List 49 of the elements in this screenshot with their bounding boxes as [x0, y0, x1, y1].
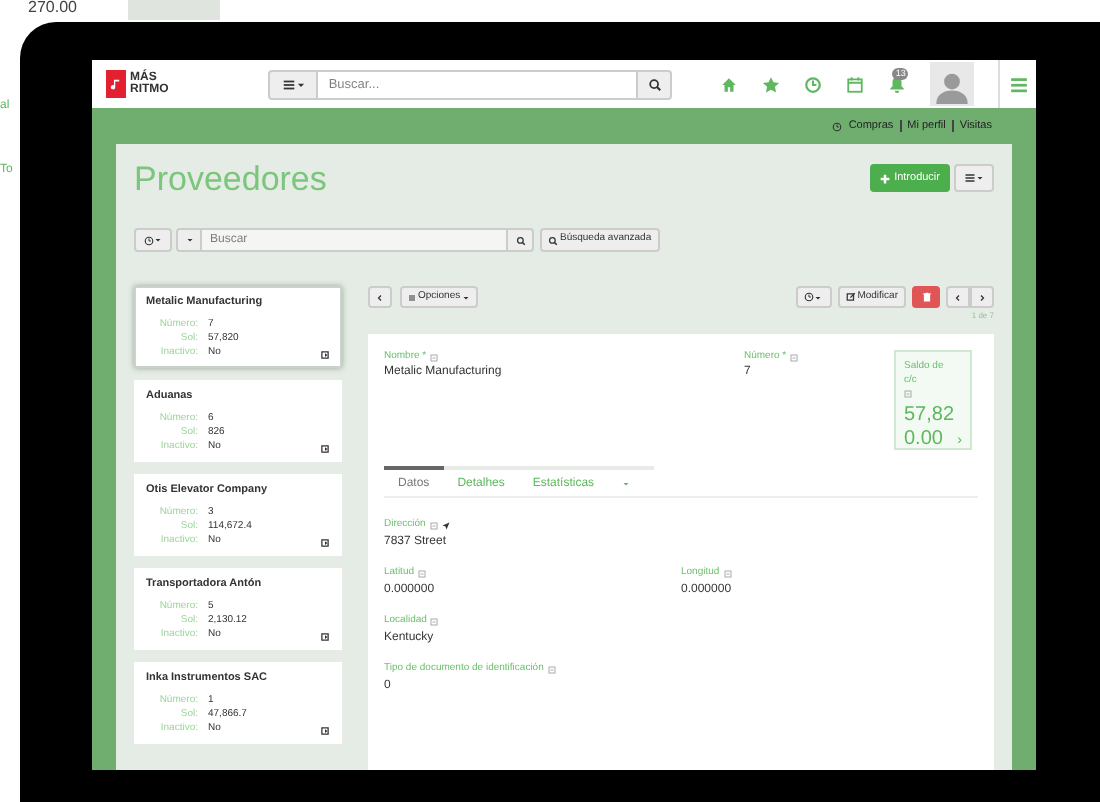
settings-dropdown-button[interactable]: [795, 286, 832, 308]
clock-icon: [144, 235, 154, 245]
info-icon: [430, 617, 439, 625]
amount-text: 270.00: [28, 0, 77, 16]
open-icon: [320, 350, 330, 360]
open-button[interactable]: [320, 350, 330, 360]
info-icon: [547, 665, 556, 673]
clock-icon: [804, 75, 823, 93]
bell-icon: [888, 75, 907, 93]
info-icon: [904, 390, 912, 398]
info-icon: [430, 353, 439, 361]
info-icon: [723, 569, 732, 577]
caret-icon: [154, 236, 162, 244]
menu-icon: [1009, 75, 1027, 93]
search-button[interactable]: [636, 69, 673, 99]
page-title: Proveedores: [134, 161, 327, 195]
caret-icon: [295, 79, 306, 89]
open-icon: [320, 538, 330, 548]
star-icon: [762, 75, 781, 93]
caret-icon: [814, 293, 823, 301]
search-icon: [515, 235, 525, 245]
open-icon: [320, 632, 330, 642]
open-button[interactable]: [320, 444, 330, 454]
trash-icon: [921, 292, 931, 302]
open-icon: [320, 726, 330, 736]
view-dropdown-button[interactable]: [954, 164, 994, 192]
calendar-icon: [846, 75, 865, 93]
menu-dropdown-button[interactable]: [268, 69, 319, 99]
caret-icon: [185, 236, 193, 244]
info-icon: [429, 521, 438, 529]
background-panel: [128, 0, 220, 20]
home-icon: [720, 75, 739, 93]
zoom-icon: [548, 235, 558, 245]
info-icon: [418, 569, 427, 577]
search-button[interactable]: [506, 228, 534, 252]
edit-icon: [845, 292, 856, 302]
plus-icon: [880, 173, 891, 183]
open-icon: [320, 444, 330, 454]
balance-value: 57,82 0.00: [904, 404, 957, 452]
delete-button[interactable]: [912, 286, 940, 308]
open-button[interactable]: [320, 632, 330, 642]
music-note-icon: [109, 75, 123, 93]
location-arrow-icon: [441, 521, 450, 529]
open-button[interactable]: [320, 726, 330, 736]
search-icon: [647, 77, 662, 91]
open-button[interactable]: [320, 538, 330, 548]
info-icon: [790, 353, 799, 361]
caret-icon: [976, 174, 984, 182]
filter-dropdown-button[interactable]: [134, 228, 172, 252]
